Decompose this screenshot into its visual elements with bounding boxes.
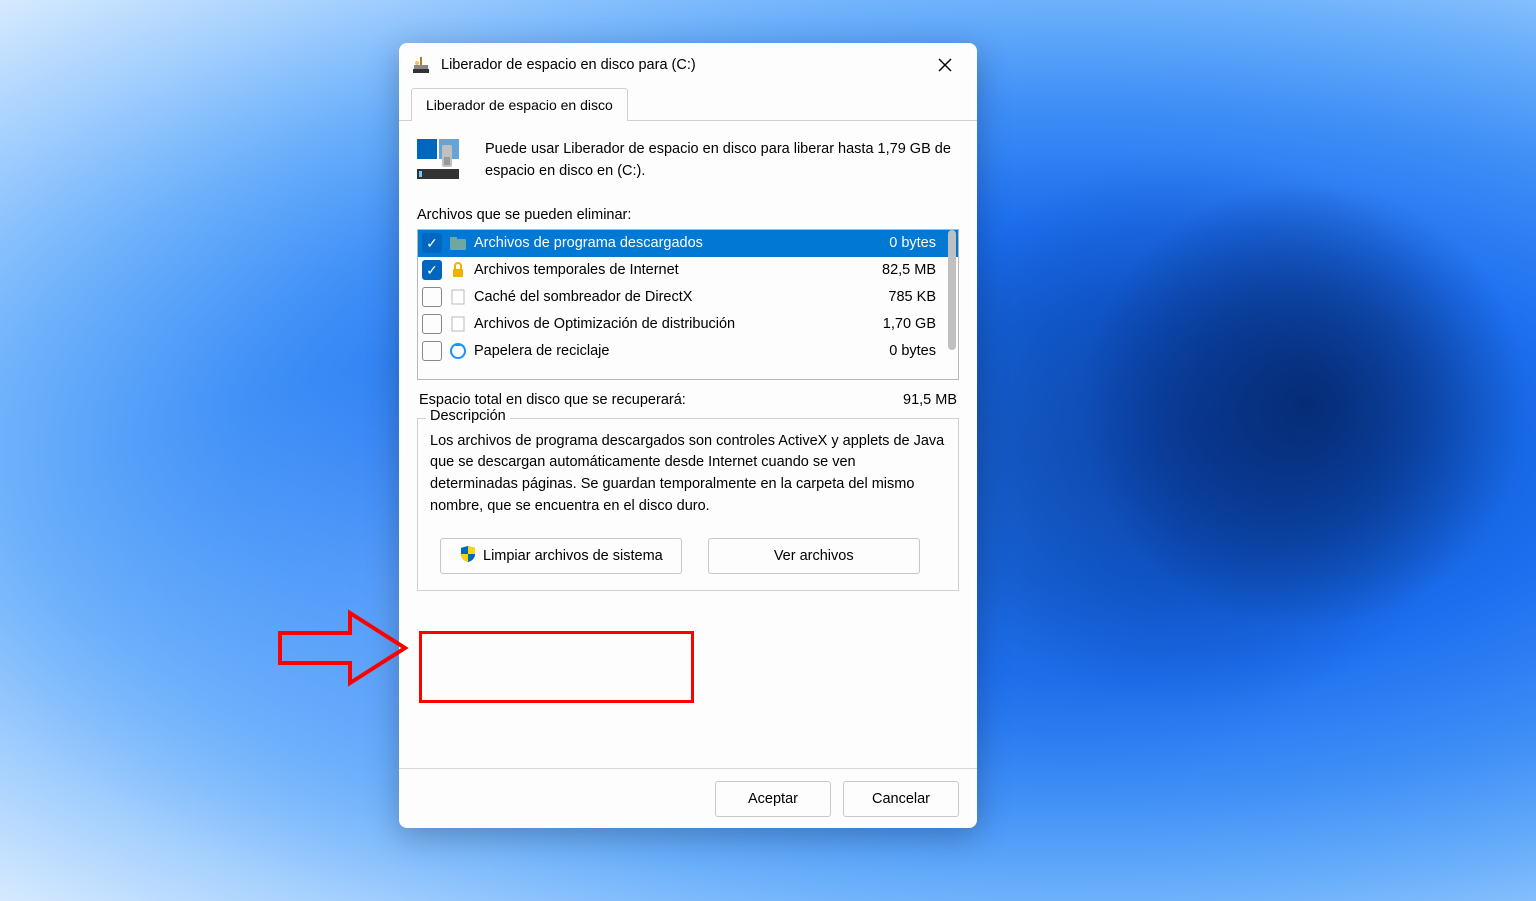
description-text: Los archivos de programa descargados son… [430,431,946,518]
blank-icon [448,287,468,307]
folder-icon [448,233,468,253]
uac-shield-icon [459,545,477,567]
close-icon [938,58,952,72]
file-checkbox[interactable] [422,287,442,307]
tabbar: Liberador de espacio en disco [399,87,977,121]
file-row[interactable]: ✓ Archivos de programa descargados0 bytes [418,230,958,257]
file-checkbox[interactable] [422,314,442,334]
lock-icon [448,260,468,280]
clean-system-files-button[interactable]: Limpiar archivos de sistema [440,538,682,574]
titlebar: Liberador de espacio en disco para (C:) [399,43,977,87]
blank-icon [448,314,468,334]
file-size: 785 KB [888,289,954,305]
file-row[interactable]: ✓ Archivos temporales de Internet82,5 MB [418,257,958,284]
file-checkbox[interactable]: ✓ [422,233,442,253]
clean-system-files-label: Limpiar archivos de sistema [483,548,663,564]
file-row[interactable]: Papelera de reciclaje0 bytes [418,338,958,365]
total-label: Espacio total en disco que se recuperará… [419,392,686,408]
recycle-icon [448,341,468,361]
close-button[interactable] [923,49,967,81]
view-files-button[interactable]: Ver archivos [708,538,920,574]
file-size: 0 bytes [889,235,954,251]
cancel-button[interactable]: Cancelar [843,781,959,817]
disk-cleanup-dialog: Liberador de espacio en disco para (C:) … [399,43,977,828]
file-name: Papelera de reciclaje [474,343,889,359]
description-legend: Descripción [426,408,510,424]
file-name: Caché del sombreador de DirectX [474,289,888,305]
dialog-footer: Aceptar Cancelar [399,768,977,828]
intro-section: Puede usar Liberador de espacio en disco… [417,139,959,183]
file-row[interactable]: Archivos de Optimización de distribución… [418,311,958,338]
drive-cleanup-icon [417,139,467,181]
description-group: Descripción Los archivos de programa des… [417,418,959,591]
ok-button[interactable]: Aceptar [715,781,831,817]
total-space-row: Espacio total en disco que se recuperará… [419,392,957,408]
file-name: Archivos de programa descargados [474,235,889,251]
file-size: 82,5 MB [882,262,954,278]
total-value: 91,5 MB [903,392,957,408]
file-row[interactable]: Caché del sombreador de DirectX785 KB [418,284,958,311]
file-size: 0 bytes [889,343,954,359]
file-list[interactable]: ✓Archivos de programa descargados0 bytes… [417,229,959,380]
file-size: 1,70 GB [883,316,954,332]
tab-disk-cleanup[interactable]: Liberador de espacio en disco [411,88,628,121]
file-list-label: Archivos que se pueden eliminar: [417,207,959,223]
intro-text: Puede usar Liberador de espacio en disco… [485,139,959,183]
file-checkbox[interactable]: ✓ [422,260,442,280]
file-name: Archivos de Optimización de distribución [474,316,883,332]
disk-cleanup-icon [411,55,431,75]
view-files-label: Ver archivos [774,548,854,564]
window-title: Liberador de espacio en disco para (C:) [441,57,923,73]
file-name: Archivos temporales de Internet [474,262,882,278]
scrollbar-thumb[interactable] [948,230,956,350]
file-checkbox[interactable] [422,341,442,361]
